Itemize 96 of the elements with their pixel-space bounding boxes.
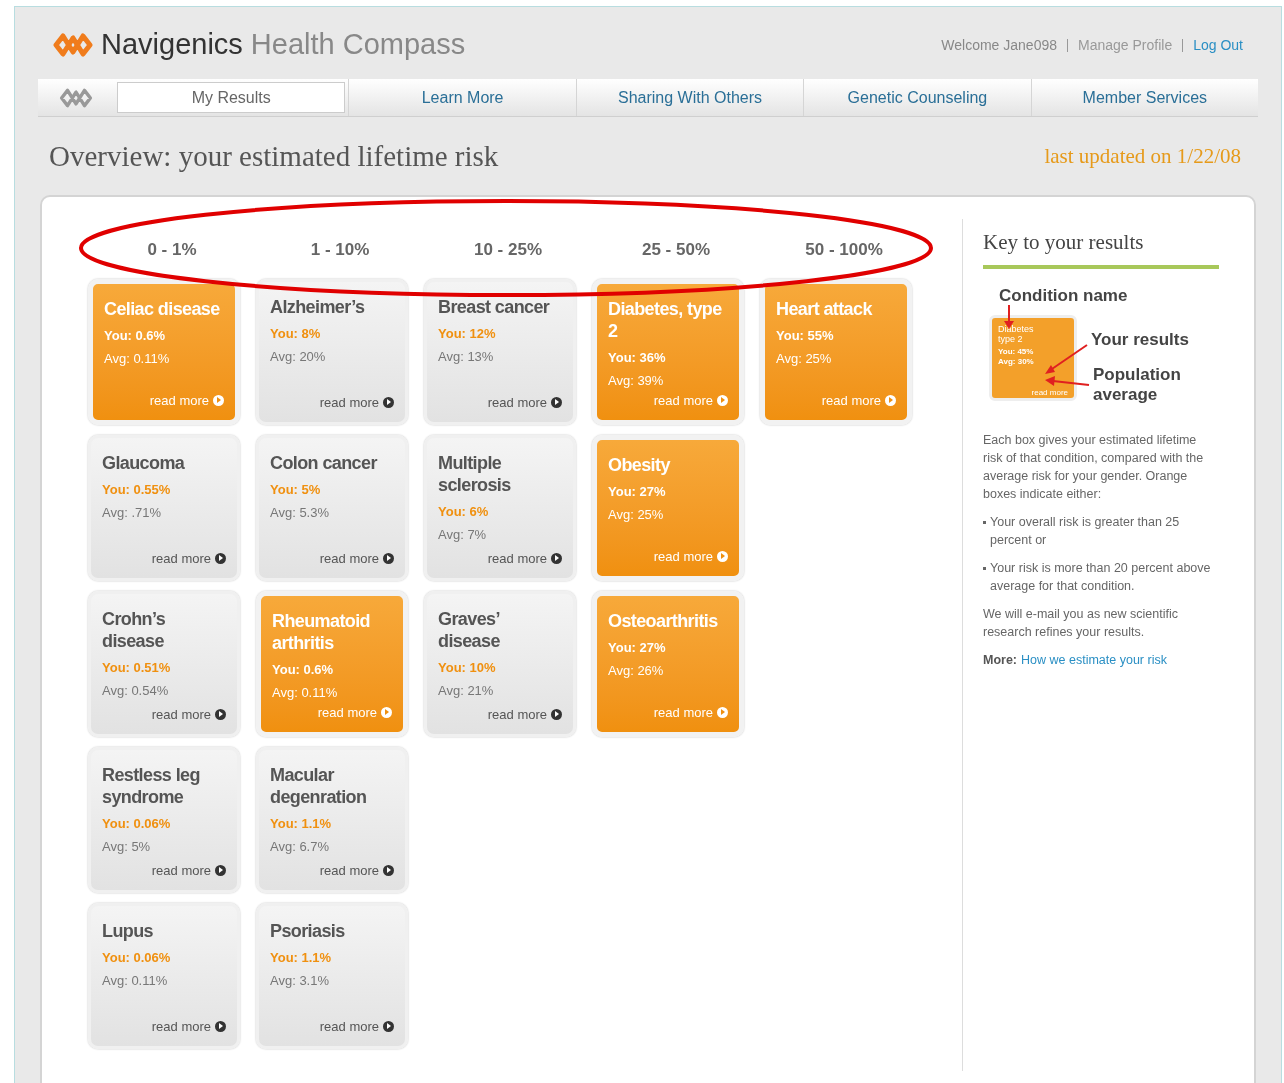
- sample-your-risk: You: 45%: [998, 346, 1035, 357]
- your-risk: You: 0.55%: [102, 481, 172, 499]
- condition-name: Macular degenration: [270, 764, 368, 808]
- nav-tab[interactable]: Sharing With Others: [575, 79, 804, 116]
- read-more-link[interactable]: read more: [319, 392, 379, 412]
- average-risk: Avg: 26%: [608, 661, 665, 680]
- average-risk: Avg: 0.11%: [104, 349, 171, 368]
- your-risk: You: 0.06%: [102, 815, 172, 833]
- your-risk: You: 27%: [608, 483, 667, 501]
- average-risk: Avg: .71%: [102, 503, 163, 522]
- your-risk: You: 12%: [438, 325, 497, 343]
- risk-range-label: 10 - 25%: [473, 239, 542, 261]
- average-risk: Avg: 5%: [102, 837, 152, 856]
- condition-name: Osteoarthritis: [608, 610, 719, 632]
- your-risk: You: 8%: [270, 325, 322, 343]
- average-risk: Avg: 21%: [438, 681, 495, 700]
- last-updated: last updated on 1/22/08: [1044, 143, 1241, 171]
- condition-name: Celiac disease: [104, 298, 221, 320]
- read-more-link[interactable]: read more: [151, 704, 211, 724]
- risk-range-label: 25 - 50%: [641, 239, 710, 261]
- your-risk: You: 0.51%: [102, 659, 172, 677]
- bullet-icon: [983, 520, 986, 524]
- welcome-text: Welcome Jane098: [941, 35, 1057, 55]
- your-risk: You: 10%: [438, 659, 497, 677]
- nav-tab[interactable]: Member Services: [1030, 79, 1259, 116]
- average-risk: Avg: 0.11%: [102, 971, 169, 990]
- read-more-link[interactable]: read more: [151, 1016, 211, 1036]
- average-risk: Avg: 5.3%: [270, 503, 331, 522]
- logo-icon[interactable]: [59, 86, 93, 109]
- your-risk: You: 0.6%: [104, 327, 167, 345]
- product-name: Health Compass: [250, 27, 466, 63]
- condition-name: Colon cancer: [270, 452, 379, 474]
- your-risk: You: 36%: [608, 349, 667, 367]
- condition-name: Restless leg syndrome: [102, 764, 201, 808]
- condition-name: Graves’ disease: [438, 608, 501, 652]
- average-risk: Avg: 25%: [608, 505, 665, 524]
- condition-name: Multiple sclerosis: [438, 452, 512, 496]
- sample-average-risk: Avg: 30%: [998, 356, 1035, 367]
- legend-label: Population average: [1093, 364, 1182, 405]
- nav-tab[interactable]: Learn More: [348, 79, 576, 116]
- condition-name: Obesity: [608, 454, 672, 476]
- your-risk: You: 0.06%: [102, 949, 172, 967]
- brand-name: Navigenics: [101, 27, 243, 63]
- your-risk: You: 1.1%: [270, 815, 333, 833]
- key-description: Each box gives your estimated lifetime risk of that condition, compared with the average risk for your gender. Orange boxes indicate either:: [983, 431, 1205, 503]
- key-bullet-text: Your risk is more than 20 percent above average for that condition.: [990, 559, 1212, 595]
- condition-name: Crohn’s disease: [102, 608, 167, 652]
- condition-name: Glaucoma: [102, 452, 186, 474]
- read-more-link[interactable]: read more: [319, 548, 379, 568]
- risk-range-label: 50 - 100%: [805, 239, 883, 261]
- average-risk: Avg: 3.1%: [270, 971, 331, 990]
- legend-label: Your results: [1091, 328, 1189, 351]
- risk-range-label: 1 - 10%: [310, 239, 370, 261]
- logout-link[interactable]: Log Out: [1193, 34, 1243, 56]
- sample-read-more: read more: [1031, 387, 1068, 398]
- your-risk: You: 55%: [776, 327, 835, 345]
- average-risk: Avg: 6.7%: [270, 837, 331, 856]
- condition-name: Psoriasis: [270, 920, 346, 942]
- condition-name: Diabetes, type 2: [608, 298, 723, 342]
- read-more-link[interactable]: read more: [319, 860, 379, 880]
- nav-tab[interactable]: My Results: [117, 82, 346, 113]
- condition-name: Heart attack: [776, 298, 874, 320]
- sample-name: Diabetes type 2: [998, 323, 1035, 344]
- average-risk: Avg: 39%: [608, 371, 665, 390]
- condition-name: Alzheimer’s: [270, 296, 366, 318]
- average-risk: Avg: 13%: [438, 347, 495, 366]
- read-more-link[interactable]: read more: [487, 548, 547, 568]
- logo-icon: [53, 32, 93, 58]
- condition-name: Breast cancer: [438, 296, 551, 318]
- risk-range-label: 0 - 1%: [147, 239, 197, 261]
- your-risk: You: 0.6%: [272, 661, 335, 679]
- average-risk: Avg: 7%: [438, 525, 488, 544]
- legend-label: Condition name: [999, 284, 1128, 307]
- read-more-link[interactable]: read more: [487, 704, 547, 724]
- read-more-link[interactable]: read more: [319, 1016, 379, 1036]
- average-risk: Avg: 0.54%: [102, 681, 170, 700]
- key-note: We will e-mail you as new scientific research refines your results.: [983, 605, 1179, 641]
- estimate-link[interactable]: How we estimate your risk: [1021, 650, 1167, 670]
- key-title: Key to your results: [983, 227, 1219, 269]
- page-title: Overview: your estimated lifetime risk: [49, 139, 499, 175]
- condition-name: Rheumatoid arthritis: [272, 610, 371, 654]
- read-more-link[interactable]: read more: [151, 548, 211, 568]
- your-risk: You: 5%: [270, 481, 322, 499]
- key-bullet-text: Your overall risk is greater than 25 percent or: [990, 513, 1181, 549]
- condition-name: Lupus: [102, 920, 154, 942]
- average-risk: Avg: 25%: [776, 349, 833, 368]
- read-more-link[interactable]: read more: [151, 860, 211, 880]
- your-risk: You: 6%: [438, 503, 490, 521]
- your-risk: You: 1.1%: [270, 949, 333, 967]
- bullet-icon: [983, 566, 986, 570]
- average-risk: Avg: 0.11%: [272, 683, 339, 702]
- nav-tab[interactable]: Genetic Counseling: [803, 79, 1031, 116]
- average-risk: Avg: 20%: [270, 347, 327, 366]
- more-label: More:: [983, 651, 1018, 669]
- read-more-link[interactable]: read more: [487, 392, 547, 412]
- your-risk: You: 27%: [608, 639, 667, 657]
